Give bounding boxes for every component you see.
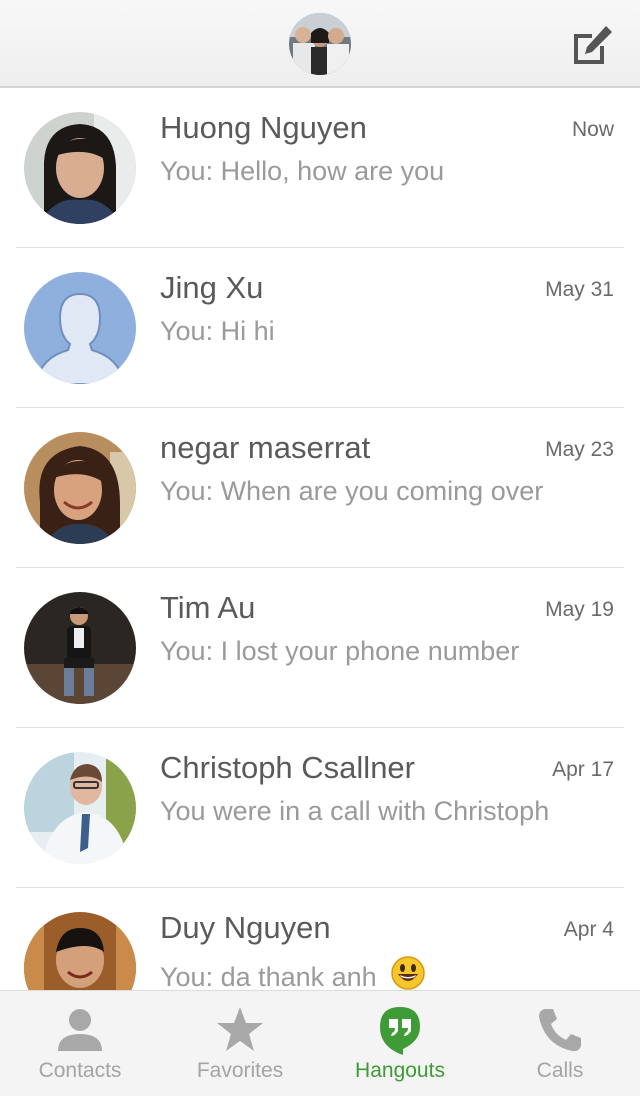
star-icon bbox=[217, 1007, 263, 1051]
tab-contacts[interactable]: Contacts bbox=[0, 991, 160, 1097]
message-preview: You were in a call with Christoph bbox=[160, 796, 550, 826]
conversation-row[interactable]: Christoph Csallner Apr 17 You were in a … bbox=[16, 728, 624, 888]
contact-avatar bbox=[24, 432, 136, 544]
contact-name: Huong Nguyen bbox=[160, 110, 367, 145]
tab-favorites[interactable]: Favorites bbox=[160, 991, 320, 1097]
top-app-bar bbox=[0, 0, 640, 88]
compose-icon bbox=[574, 26, 612, 64]
tab-label: Calls bbox=[536, 1059, 584, 1082]
message-preview: You: Hello, how are you bbox=[160, 156, 445, 186]
message-time: May 19 bbox=[545, 598, 614, 621]
contact-name: negar maserrat bbox=[160, 430, 371, 465]
hangouts-icon bbox=[380, 1007, 420, 1055]
contact-name: Jing Xu bbox=[160, 270, 264, 305]
compose-button[interactable] bbox=[566, 22, 614, 70]
person-icon bbox=[58, 1009, 102, 1051]
message-preview: You: I lost your phone number bbox=[160, 636, 520, 666]
message-time: Now bbox=[571, 118, 614, 141]
smiley-emoji-icon bbox=[390, 956, 425, 990]
conversation-list: Huong Nguyen Now You: Hello, how are you… bbox=[0, 88, 640, 990]
message-text: You: da thank anh bbox=[160, 962, 377, 990]
conversation-row[interactable]: Jing Xu May 31 You: Hi hi bbox=[16, 248, 624, 408]
contact-name: Tim Au bbox=[160, 590, 256, 625]
message-time: Apr 4 bbox=[563, 918, 614, 941]
default-avatar-icon bbox=[24, 272, 136, 384]
message-preview: You: When are you coming over bbox=[160, 476, 544, 506]
message-time: May 31 bbox=[545, 278, 614, 301]
bottom-navigation: Contacts Favorites Hangouts Calls bbox=[0, 990, 640, 1096]
message-preview: You: da thank anh bbox=[160, 956, 425, 990]
conversation-row[interactable]: Tim Au May 19 You: I lost your phone num… bbox=[16, 568, 624, 728]
profile-avatar[interactable] bbox=[289, 13, 351, 75]
contact-avatar bbox=[24, 112, 136, 224]
contact-avatar bbox=[24, 912, 136, 990]
tab-hangouts[interactable]: Hangouts bbox=[320, 991, 480, 1097]
contact-name: Duy Nguyen bbox=[160, 910, 331, 945]
contact-avatar bbox=[24, 592, 136, 704]
phone-icon bbox=[539, 1009, 581, 1052]
conversation-row[interactable]: Huong Nguyen Now You: Hello, how are you bbox=[16, 88, 624, 248]
tab-label: Hangouts bbox=[355, 1059, 445, 1082]
tab-calls[interactable]: Calls bbox=[480, 991, 640, 1097]
message-time: Apr 17 bbox=[552, 758, 614, 781]
conversation-row[interactable]: negar maserrat May 23 You: When are you … bbox=[16, 408, 624, 568]
contact-avatar bbox=[24, 752, 136, 864]
tab-label: Favorites bbox=[196, 1059, 284, 1082]
message-time: May 23 bbox=[545, 438, 614, 461]
tab-label: Contacts bbox=[38, 1059, 122, 1082]
conversation-row[interactable]: Duy Nguyen Apr 4 You: da thank anh bbox=[16, 888, 624, 990]
contact-name: Christoph Csallner bbox=[160, 750, 415, 785]
message-preview: You: Hi hi bbox=[160, 316, 275, 346]
